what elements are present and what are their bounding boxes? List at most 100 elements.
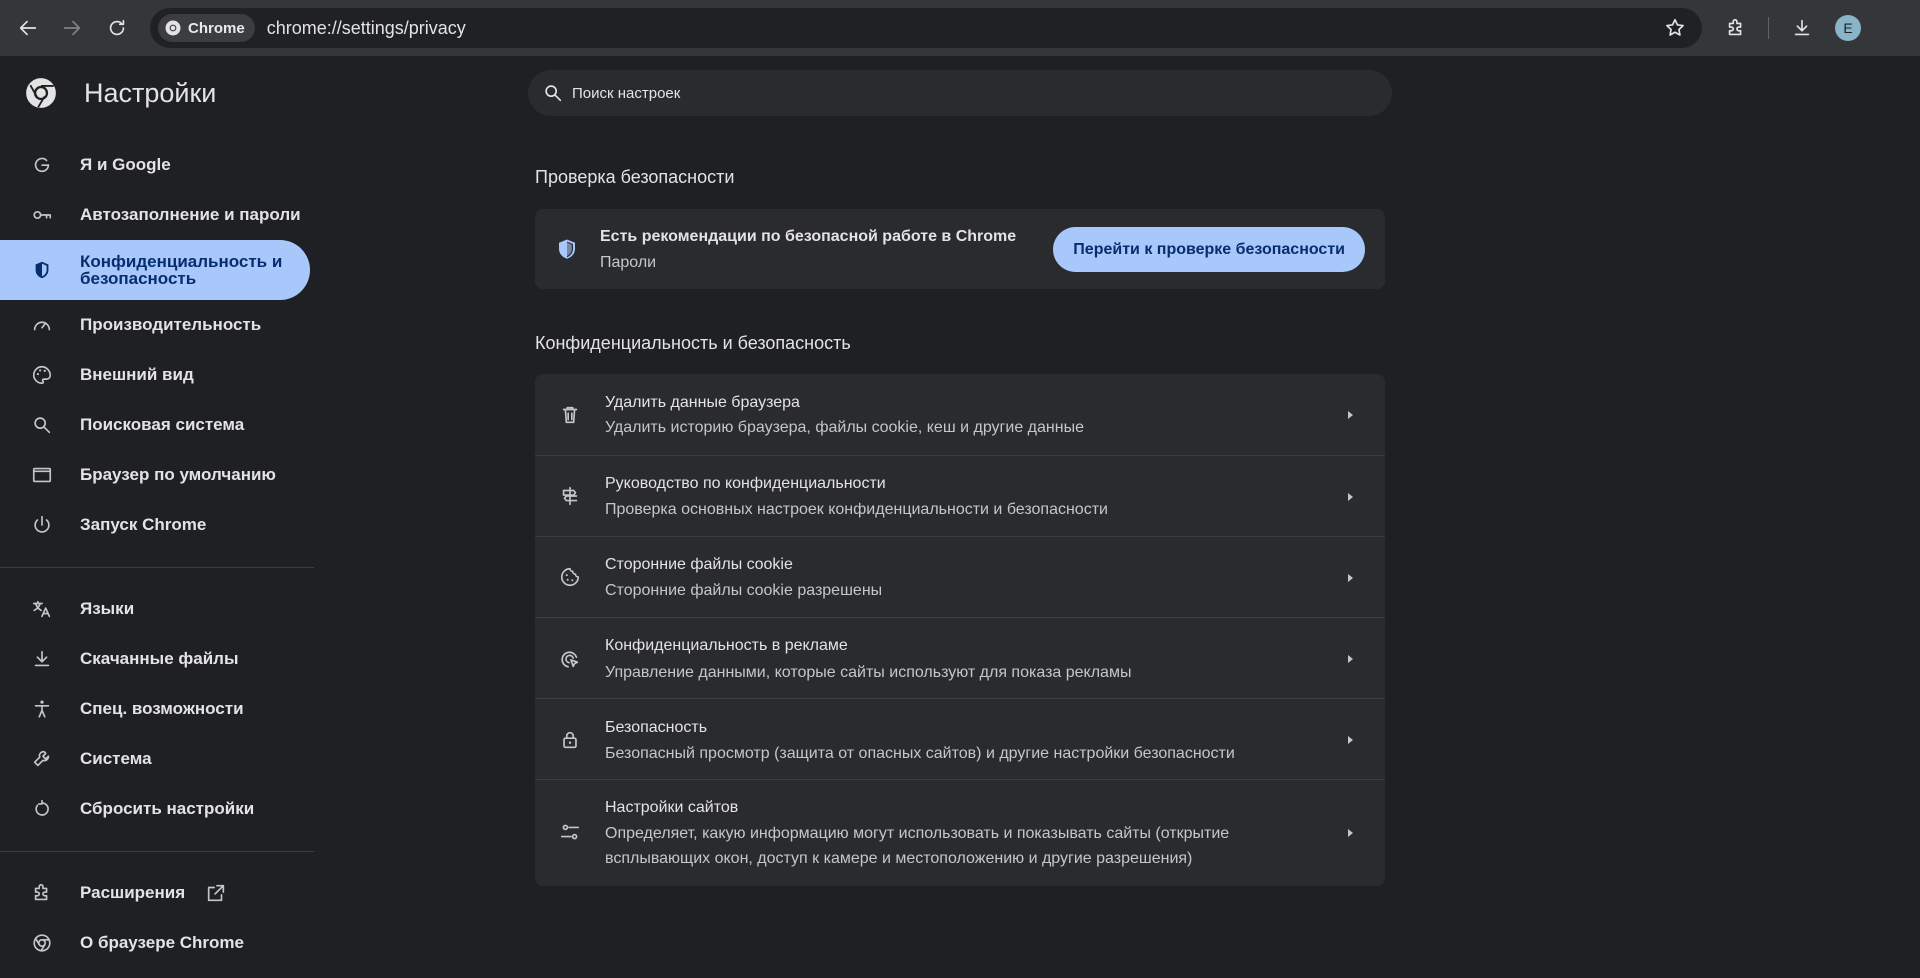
row-title: Сторонние файлы cookie bbox=[605, 556, 793, 573]
palette-icon bbox=[33, 365, 52, 385]
google-icon bbox=[34, 157, 50, 173]
search-icon bbox=[34, 417, 51, 434]
row-title: Удалить данные браузера bbox=[605, 394, 800, 411]
chrome-icon bbox=[33, 934, 51, 952]
page-title: Настройки bbox=[84, 77, 217, 108]
toolbar-divider bbox=[1768, 17, 1769, 39]
sidebar-item-appearance[interactable]: Внешний вид bbox=[0, 350, 314, 400]
browser-toolbar: Chrome chrome://settings/privacy E bbox=[0, 0, 1920, 56]
sidebar-item-languages[interactable]: Языки bbox=[0, 584, 314, 634]
sidebar-item-system[interactable]: Система bbox=[0, 734, 314, 784]
reset-icon bbox=[35, 799, 49, 816]
sidebar-item-label: Автозаполнение и пароли bbox=[80, 205, 301, 224]
sidebar-item-you-and-google[interactable]: Я и Google bbox=[0, 140, 314, 190]
row-description: Безопасный просмотр (защита от опасных с… bbox=[605, 745, 1235, 762]
chrome-logo-icon bbox=[26, 78, 56, 108]
chevron-right-icon bbox=[1348, 829, 1353, 837]
row-description: Проверка основных настроек конфиденциаль… bbox=[605, 501, 1108, 518]
row-description: Управление данными, которые сайты исполь… bbox=[605, 664, 1132, 681]
privacy-row-clear-data[interactable]: Удалить данные браузера Удалить историю … bbox=[535, 374, 1385, 455]
address-bar[interactable]: Chrome chrome://settings/privacy bbox=[150, 8, 1702, 48]
shield-check-icon bbox=[559, 239, 575, 259]
accessibility-icon bbox=[34, 700, 50, 718]
privacy-row-security[interactable]: Безопасность Безопасный просмотр (защита… bbox=[535, 698, 1385, 779]
profile-avatar[interactable]: E bbox=[1835, 15, 1861, 41]
cookie-icon bbox=[560, 567, 580, 587]
row-title: Настройки сайтов bbox=[605, 799, 739, 816]
site-chip[interactable]: Chrome bbox=[158, 14, 255, 42]
row-description: Определяет, какую информацию могут испол… bbox=[605, 825, 1230, 867]
bookmark-star-icon[interactable] bbox=[1664, 17, 1686, 39]
safety-check-title: Есть рекомендации по безопасной работе в… bbox=[600, 228, 1017, 245]
sidebar-item-label: Я и Google bbox=[80, 155, 171, 174]
extensions-button[interactable] bbox=[1716, 8, 1756, 48]
sidebar-item-label: Сбросить настройки bbox=[80, 799, 255, 818]
sidebar-item-extensions[interactable]: Расширения bbox=[0, 868, 314, 918]
sidebar-item-label: Система bbox=[80, 749, 152, 768]
sidebar-item-label: Поисковая система bbox=[80, 415, 245, 434]
ad-privacy-icon bbox=[561, 651, 579, 668]
reload-button[interactable] bbox=[97, 8, 137, 48]
privacy-heading: Конфиденциальность и безопасность bbox=[535, 333, 851, 353]
sidebar-item-accessibility[interactable]: Спец. возможности bbox=[0, 684, 314, 734]
sidebar-item-label: Языки bbox=[80, 599, 135, 618]
trash-icon bbox=[562, 406, 578, 424]
url-text[interactable]: chrome://settings/privacy bbox=[267, 18, 466, 39]
forward-button[interactable] bbox=[52, 8, 92, 48]
row-title: Конфиденциальность в рекламе bbox=[605, 637, 848, 654]
sidebar-item-privacy[interactable]: Конфиденциальность и безопасность bbox=[0, 240, 310, 300]
sidebar-item-default-browser[interactable]: Браузер по умолчанию bbox=[0, 450, 314, 500]
safety-check-subtitle: Пароли bbox=[600, 254, 657, 271]
privacy-row-site-settings[interactable]: Настройки сайтов Определяет, какую инфор… bbox=[535, 779, 1385, 886]
sidebar-item-performance[interactable]: Производительность bbox=[0, 300, 314, 350]
sidebar-item-label: Расширения bbox=[80, 883, 186, 902]
search-input[interactable] bbox=[572, 84, 1352, 102]
downloads-button[interactable] bbox=[1782, 8, 1822, 48]
wrench-icon bbox=[33, 750, 50, 767]
settings-brand: Настройки bbox=[24, 76, 216, 110]
sidebar-divider bbox=[0, 567, 314, 568]
sidebar-item-label: Скачанные файлы bbox=[80, 649, 239, 668]
translate-icon bbox=[32, 600, 51, 618]
privacy-row-third-party-cookies[interactable]: Сторонние файлы cookie Сторонние файлы c… bbox=[535, 536, 1385, 617]
download-icon bbox=[1794, 19, 1810, 36]
privacy-row-privacy-guide[interactable]: Руководство по конфиденциальности Провер… bbox=[535, 455, 1385, 536]
download-icon bbox=[34, 650, 50, 667]
go-to-safety-check-button[interactable]: Перейти к проверке безопасности bbox=[1053, 227, 1365, 272]
sidebar-divider bbox=[0, 851, 314, 852]
sidebar-item-label: Производительность bbox=[80, 315, 262, 334]
sidebar-item-search-engine[interactable]: Поисковая система bbox=[0, 400, 314, 450]
speedometer-icon bbox=[33, 321, 51, 331]
back-button[interactable] bbox=[8, 8, 48, 48]
sidebar-item-label: Браузер по умолчанию bbox=[80, 465, 276, 484]
signpost-icon bbox=[562, 486, 578, 506]
chevron-right-icon bbox=[1348, 493, 1353, 501]
chevron-right-icon bbox=[1348, 574, 1353, 582]
puzzle-icon bbox=[1728, 18, 1742, 36]
chrome-logo-icon bbox=[165, 20, 181, 36]
row-title: Безопасность bbox=[605, 719, 708, 736]
key-icon bbox=[33, 210, 52, 220]
safety-check-heading: Проверка безопасности bbox=[535, 167, 735, 187]
row-description: Удалить историю браузера, файлы cookie, … bbox=[605, 419, 1084, 436]
chevron-right-icon bbox=[1348, 736, 1353, 744]
sliders-icon bbox=[560, 824, 580, 840]
forward-arrow-icon bbox=[63, 20, 81, 36]
safety-check-card: Есть рекомендации по безопасной работе в… bbox=[535, 209, 1385, 289]
site-chip-label: Chrome bbox=[188, 19, 245, 37]
reload-icon bbox=[109, 19, 125, 36]
shield-icon bbox=[35, 261, 49, 279]
sidebar-item-label: Спец. возможности bbox=[80, 699, 244, 718]
privacy-row-ad-privacy[interactable]: Конфиденциальность в рекламе Управление … bbox=[535, 617, 1385, 698]
sidebar-item-reset[interactable]: Сбросить настройки bbox=[0, 784, 314, 834]
open-in-new-icon bbox=[207, 884, 225, 902]
privacy-card: Удалить данные браузера Удалить историю … bbox=[535, 374, 1385, 886]
sidebar-item-on-startup[interactable]: Запуск Chrome bbox=[0, 500, 314, 550]
sidebar-item-autofill[interactable]: Автозаполнение и пароли bbox=[0, 190, 314, 240]
search-icon bbox=[545, 85, 562, 102]
sidebar-item-downloads[interactable]: Скачанные файлы bbox=[0, 634, 314, 684]
settings-search-bar[interactable] bbox=[528, 70, 1392, 116]
sidebar-item-label: Внешний вид bbox=[80, 365, 194, 384]
sidebar-item-about-chrome[interactable]: О браузере Chrome bbox=[0, 918, 314, 968]
sidebar-item-label: О браузере Chrome bbox=[80, 933, 244, 952]
